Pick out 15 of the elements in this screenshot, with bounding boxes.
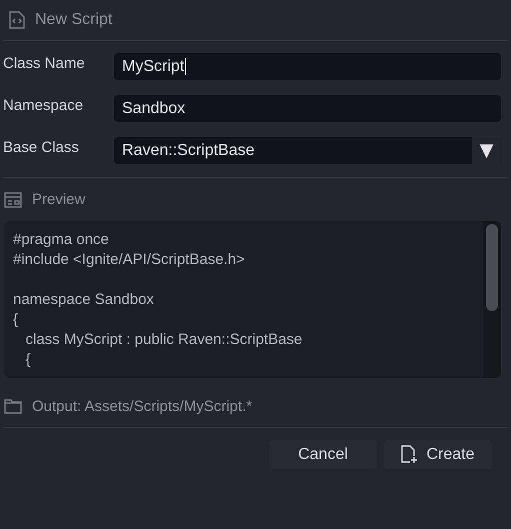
field-label: Class Name — [3, 55, 86, 72]
field-label: Namespace — [3, 97, 84, 114]
scrollbar-thumb[interactable] — [486, 224, 498, 311]
new-file-icon — [401, 445, 418, 464]
code-text: #pragma once #include <Ignite/API/ScriptBase.h> namespace Sandbox { class MyScript : public Raven::ScriptBase { — [12, 230, 304, 370]
dropdown-field[interactable]: Raven::ScriptBase — [114, 137, 472, 164]
layout-icon — [4, 192, 22, 208]
text-field[interactable]: Sandbox — [114, 95, 501, 122]
section-title: Preview — [32, 191, 86, 208]
field-label: Base Class — [3, 139, 80, 156]
window-title: New Script — [35, 11, 112, 29]
text-field[interactable]: MyScript — [114, 53, 501, 80]
folder-icon — [4, 399, 22, 414]
output-path: Output: Assets/Scripts/MyScript.* — [32, 398, 252, 415]
file-code-icon — [9, 11, 25, 29]
